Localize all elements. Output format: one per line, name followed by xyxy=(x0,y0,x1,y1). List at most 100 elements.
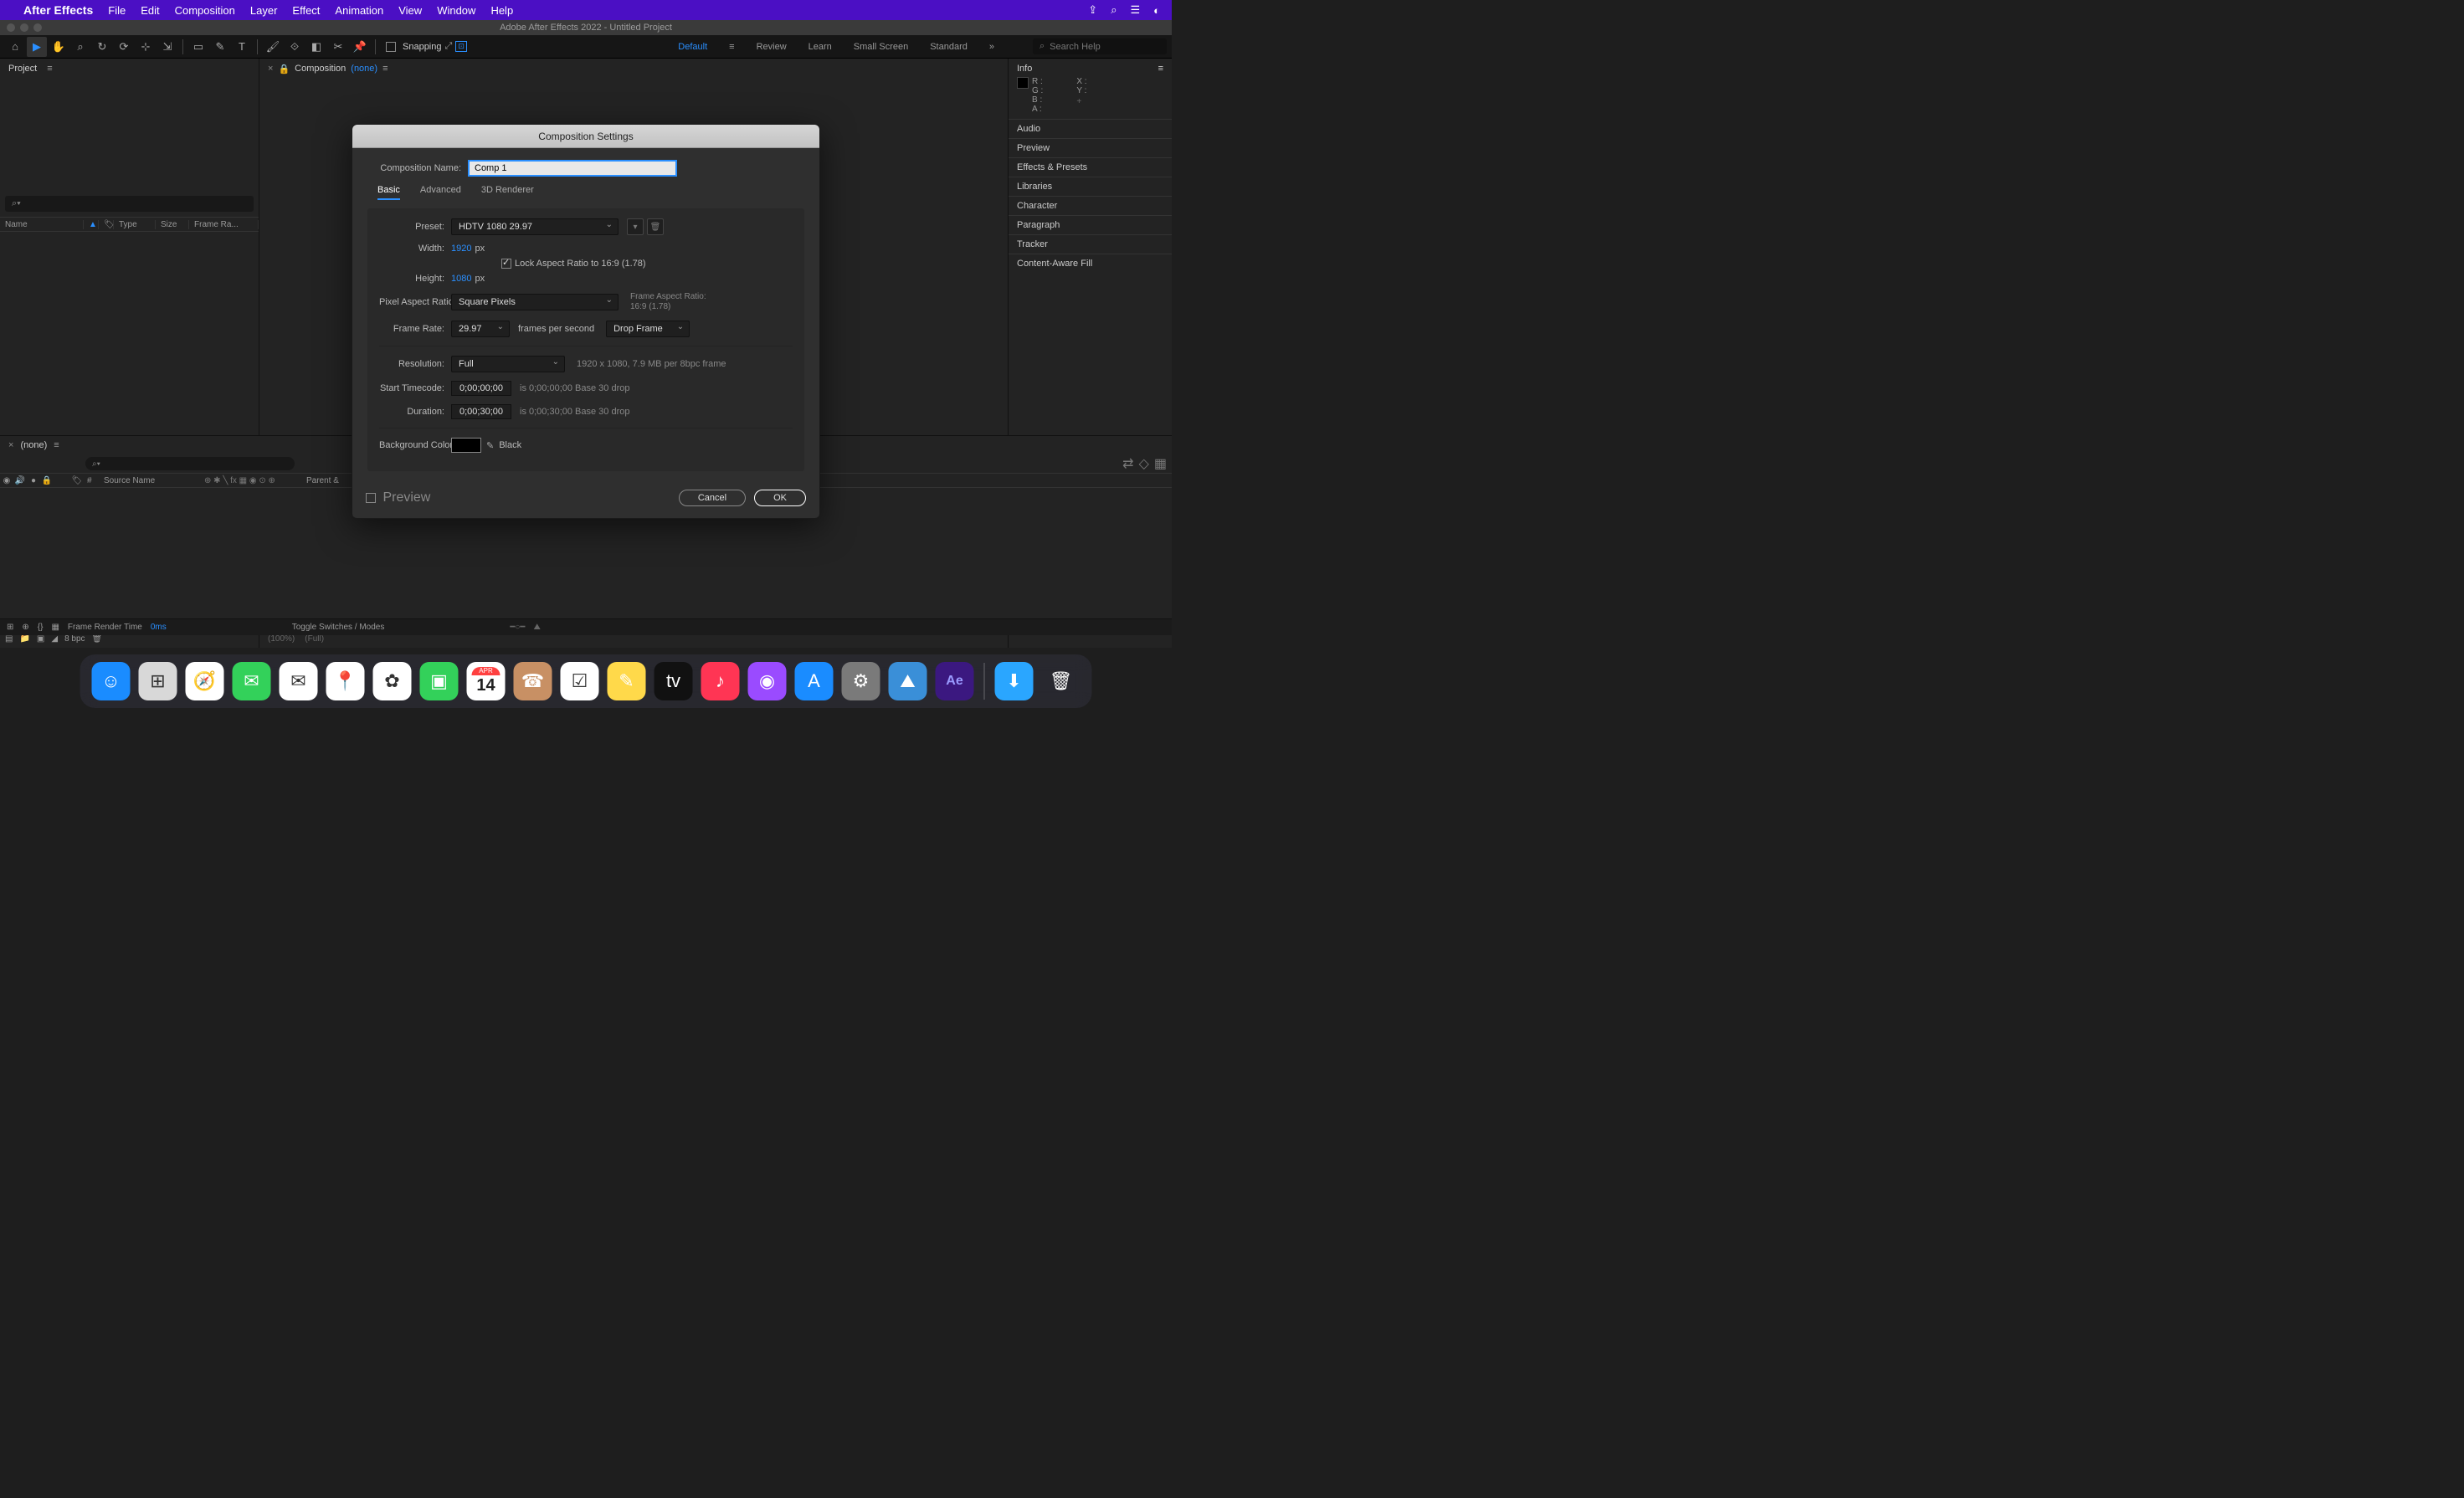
workspace-standard[interactable]: Standard xyxy=(930,42,968,52)
dialog-tab-basic[interactable]: Basic xyxy=(377,185,400,200)
info-panel-menu-icon[interactable]: ≡ xyxy=(1158,64,1163,74)
timeline-switch2-icon[interactable]: ◇ xyxy=(1139,455,1149,472)
project-col-size[interactable]: Size xyxy=(156,220,189,229)
panel-character[interactable]: Character xyxy=(1009,196,1172,215)
comp-tab-lock-icon[interactable]: 🔒 xyxy=(278,64,290,74)
dock-podcasts[interactable]: ◉ xyxy=(748,662,787,700)
project-sort-icon[interactable]: ▲ xyxy=(84,220,99,229)
comp-tab-close-icon[interactable]: × xyxy=(268,64,273,74)
cancel-button[interactable]: Cancel xyxy=(679,490,746,506)
dock-reminders[interactable]: ☑ xyxy=(561,662,599,700)
dropframe-dropdown[interactable]: Drop Frame xyxy=(606,321,690,337)
dock-mail[interactable]: ✉ xyxy=(280,662,318,700)
project-col-name[interactable]: Name xyxy=(0,220,84,229)
dock-finder[interactable]: ☺ xyxy=(92,662,131,700)
dock-launchpad[interactable]: ⊞ xyxy=(139,662,177,700)
par-dropdown[interactable]: Square Pixels xyxy=(451,294,619,310)
timeline-switch1-icon[interactable]: ⇄ xyxy=(1122,455,1133,472)
panel-tracker[interactable]: Tracker xyxy=(1009,234,1172,254)
panel-effects-presets[interactable]: Effects & Presets xyxy=(1009,157,1172,177)
type-tool[interactable]: T xyxy=(232,37,252,57)
dock-maps[interactable]: 📍 xyxy=(326,662,365,700)
dock-facetime[interactable]: ▣ xyxy=(420,662,459,700)
dock-contacts[interactable]: ☎ xyxy=(514,662,552,700)
project-col-type[interactable]: Type xyxy=(114,220,156,229)
menu-animation[interactable]: Animation xyxy=(335,4,383,17)
panel-audio[interactable]: Audio xyxy=(1009,119,1172,138)
tl-status-icon1[interactable]: ⊞ xyxy=(7,623,13,632)
menu-effect[interactable]: Effect xyxy=(292,4,320,17)
camera-tool[interactable]: ⊹ xyxy=(136,37,156,57)
menu-composition[interactable]: Composition xyxy=(175,4,235,17)
dialog-tab-advanced[interactable]: Advanced xyxy=(420,185,461,200)
tl-col-label-icon[interactable]: 🏷 xyxy=(70,476,84,485)
workspace-overflow-icon[interactable]: » xyxy=(989,42,994,52)
framerate-dropdown[interactable]: 29.97 xyxy=(451,321,510,337)
tl-col-solo-icon[interactable]: ● xyxy=(27,476,40,485)
roto-tool[interactable]: ✂ xyxy=(328,37,348,57)
snapping-checkbox[interactable] xyxy=(386,42,396,52)
timeline-switch3-icon[interactable]: ▦ xyxy=(1154,455,1167,472)
workspace-smallscreen[interactable]: Small Screen xyxy=(854,42,908,52)
timeline-tab[interactable]: (none) xyxy=(20,440,47,450)
timeline-tab-close-icon[interactable]: × xyxy=(8,440,13,450)
timeline-tab-menu-icon[interactable]: ≡ xyxy=(54,440,59,450)
lock-aspect-checkbox[interactable] xyxy=(501,259,511,269)
dock-downloads[interactable]: ⬇ xyxy=(995,662,1034,700)
menubar-share-icon[interactable]: ⇪ xyxy=(1088,3,1097,17)
tl-status-icon4[interactable]: ▦ xyxy=(51,623,59,632)
resolution-dropdown[interactable]: Full xyxy=(451,356,565,372)
pen-tool[interactable]: ✎ xyxy=(210,37,230,57)
project-col-framerate[interactable]: Frame Ra... xyxy=(189,220,259,229)
project-panel-menu-icon[interactable]: ≡ xyxy=(47,64,52,74)
menubar-search-icon[interactable]: ⌕ xyxy=(1111,3,1116,17)
app-name[interactable]: After Effects xyxy=(23,3,93,17)
project-col-tag-icon[interactable]: 🏷 xyxy=(99,220,114,229)
orbit-tool[interactable]: ↻ xyxy=(92,37,112,57)
tl-col-source[interactable]: Source Name xyxy=(100,476,201,485)
dock-photos[interactable]: ✿ xyxy=(373,662,412,700)
brush-tool[interactable]: 🖌 xyxy=(263,37,283,57)
workspace-default-menu-icon[interactable]: ≡ xyxy=(729,42,734,52)
window-minimize[interactable] xyxy=(20,23,28,32)
project-items-area[interactable] xyxy=(0,232,259,436)
help-search[interactable]: ⌕ Search Help xyxy=(1033,38,1167,54)
tl-zoom-in-icon[interactable]: ⛰ xyxy=(533,623,540,632)
window-close[interactable] xyxy=(7,23,15,32)
height-value[interactable]: 1080 xyxy=(451,274,471,284)
menu-edit[interactable]: Edit xyxy=(141,4,159,17)
preset-trash-icon[interactable]: 🗑 xyxy=(647,218,664,235)
home-button[interactable]: ⌂ xyxy=(5,37,25,57)
tl-col-audio-icon[interactable]: 🔊 xyxy=(13,476,27,485)
tl-col-num[interactable]: # xyxy=(84,476,100,485)
menubar-control-center-icon[interactable]: ☰ xyxy=(1130,3,1140,17)
bgcolor-swatch[interactable] xyxy=(451,438,481,453)
width-value[interactable]: 1920 xyxy=(451,244,471,254)
duration-input[interactable] xyxy=(451,404,511,419)
tl-status-icon2[interactable]: ⊕ xyxy=(22,623,28,632)
dock-appletv[interactable]: tv xyxy=(654,662,693,700)
zoom-tool[interactable]: ⌕ xyxy=(70,37,90,57)
dock-trash[interactable]: 🗑 xyxy=(1042,662,1081,700)
rotate-tool[interactable]: ⟳ xyxy=(114,37,134,57)
workspace-default[interactable]: Default xyxy=(678,42,707,52)
comp-name-input[interactable] xyxy=(468,160,677,177)
tl-zoom-out-icon[interactable]: ━○━ xyxy=(510,623,525,632)
dock-music[interactable]: ♪ xyxy=(701,662,740,700)
clone-tool[interactable]: ⟐ xyxy=(285,37,305,57)
tl-status-icon3[interactable]: {} xyxy=(38,623,44,632)
dock-calendar[interactable]: APR14 xyxy=(467,662,506,700)
window-zoom[interactable] xyxy=(33,23,42,32)
project-panel-tab[interactable]: Project ≡ xyxy=(0,59,259,79)
start-timecode-input[interactable] xyxy=(451,381,511,396)
tl-col-parent[interactable]: Parent & xyxy=(301,476,352,485)
snapping-opt-icon[interactable]: ⤢ xyxy=(445,41,453,52)
hand-tool[interactable]: ✋ xyxy=(49,37,69,57)
preview-checkbox[interactable] xyxy=(366,493,376,503)
snapping-opt2-icon[interactable]: ⊡ xyxy=(455,41,467,52)
panel-libraries[interactable]: Libraries xyxy=(1009,177,1172,196)
eraser-tool[interactable]: ◧ xyxy=(306,37,326,57)
dock-appstore[interactable]: A xyxy=(795,662,834,700)
puppet-tool[interactable]: 📌 xyxy=(350,37,370,57)
preset-save-icon[interactable]: ▾ xyxy=(627,218,644,235)
